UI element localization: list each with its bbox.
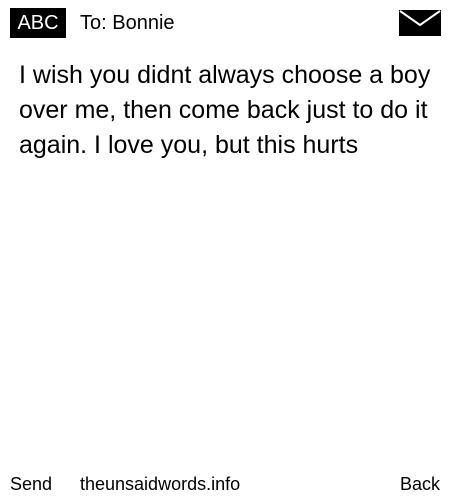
back-softkey[interactable]: Back <box>400 468 440 500</box>
recipient-label: To: Bonnie <box>80 12 175 34</box>
envelope-icon <box>399 10 441 36</box>
softkey-bar: Send theunsaidwords.info Back <box>0 468 450 500</box>
message-header: ABC To: Bonnie <box>0 0 450 46</box>
send-softkey[interactable]: Send <box>10 468 52 500</box>
message-body[interactable]: I wish you didnt always choose a boy ove… <box>19 58 431 163</box>
input-mode-badge[interactable]: ABC <box>10 8 66 38</box>
site-label: theunsaidwords.info <box>80 474 241 494</box>
